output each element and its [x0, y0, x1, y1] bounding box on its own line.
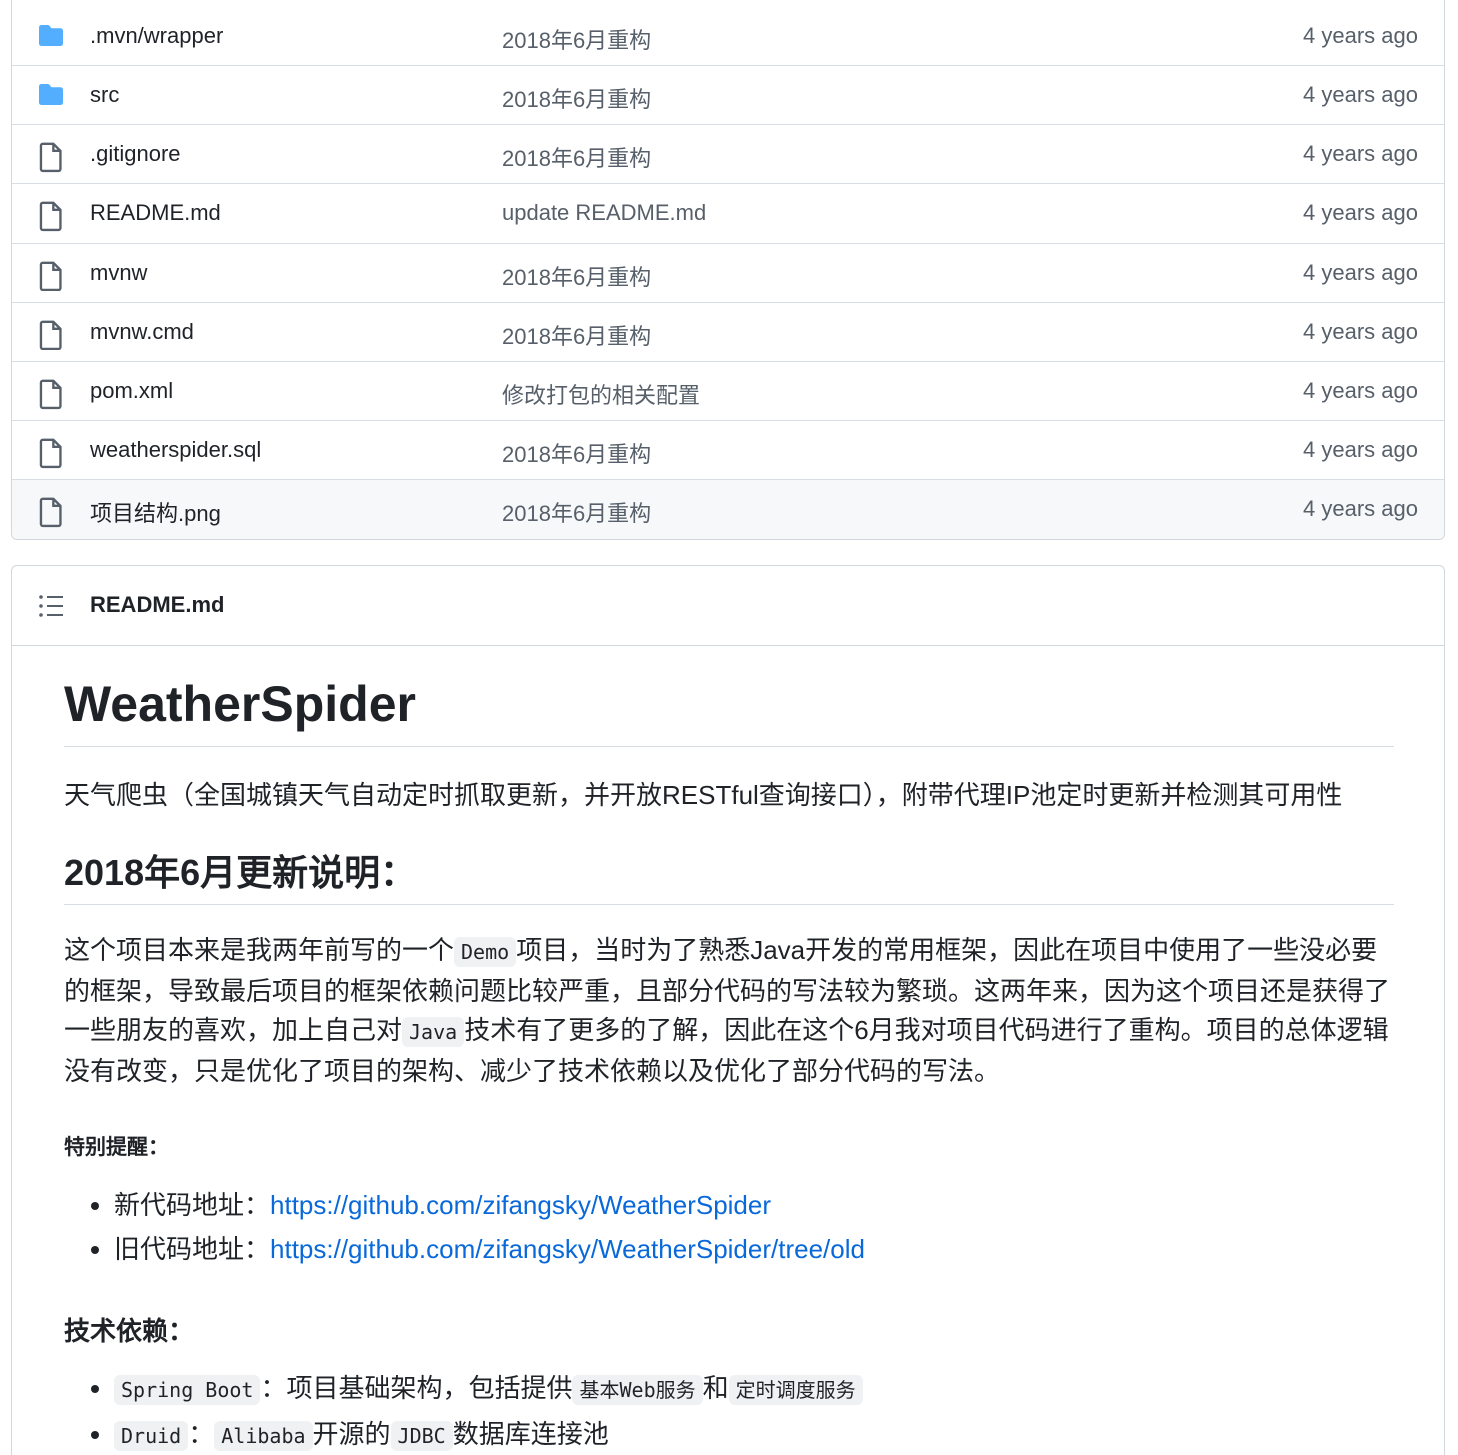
link-list: 新代码地址：https://github.com/zifangsky/Weath…: [64, 1183, 1394, 1271]
folder-icon: [38, 83, 64, 109]
file-row[interactable]: .gitignore 2018年6月重构 4 years ago: [12, 124, 1444, 183]
file-name-link[interactable]: weatherspider.sql: [90, 437, 261, 463]
inline-code: JDBC: [390, 1421, 453, 1452]
commit-age: 4 years ago: [1303, 82, 1418, 107]
sep: ：: [260, 1373, 287, 1404]
list-item: 新代码地址：https://github.com/zifangsky/Weath…: [114, 1183, 1394, 1227]
file-icon: [38, 497, 64, 528]
inline-code: Alibaba: [214, 1421, 313, 1452]
old-code-link[interactable]: https://github.com/zifangsky/WeatherSpid…: [270, 1234, 865, 1264]
file-row[interactable]: src 2018年6月重构 4 years ago: [12, 65, 1444, 124]
file-name-link[interactable]: src: [90, 82, 119, 108]
file-name-link[interactable]: .gitignore: [90, 141, 181, 167]
commit-message-link[interactable]: 2018年6月重构: [502, 82, 651, 114]
file-row[interactable]: README.md update README.md 4 years ago: [12, 183, 1444, 242]
new-code-link[interactable]: https://github.com/zifangsky/WeatherSpid…: [270, 1190, 771, 1220]
file-row[interactable]: mvnw 2018年6月重构 4 years ago: [12, 242, 1444, 302]
dep-text: 项目基础架构，包括提供: [286, 1373, 573, 1404]
file-icon: [38, 320, 64, 350]
file-name-link[interactable]: pom.xml: [90, 378, 173, 404]
file-name-link[interactable]: mvnw: [90, 260, 147, 286]
readme-h1: WeatherSpider: [64, 646, 1394, 747]
commit-message-link[interactable]: 修改打包的相关配置: [502, 378, 700, 410]
commit-age: 4 years ago: [1303, 200, 1418, 226]
file-row[interactable]: pom.xml 修改打包的相关配置 4 years ago: [12, 360, 1444, 420]
file-row[interactable]: 项目结构.png 2018年6月重构 4 years ago: [12, 479, 1444, 539]
commit-age: 4 years ago: [1303, 318, 1418, 344]
commit-message-link[interactable]: 2018年6月重构: [502, 437, 651, 469]
file-icon: [38, 201, 64, 232]
inline-code: Druid: [114, 1421, 189, 1452]
commit-age: 4 years ago: [1303, 23, 1418, 48]
inline-code: 基本Web服务: [572, 1375, 703, 1406]
readme-h2: 2018年6月更新说明：: [64, 851, 1394, 906]
file-icon: [38, 438, 64, 469]
readme-content: WeatherSpider 天气爬虫（全国城镇天气自动定时抓取更新，并开放RES…: [64, 646, 1394, 1455]
readme-header: README.md: [12, 566, 1444, 646]
commit-age: 4 years ago: [1303, 377, 1418, 403]
file-name-link[interactable]: README.md: [90, 200, 221, 226]
list-item: 旧代码地址：https://github.com/zifangsky/Weath…: [114, 1227, 1394, 1271]
commit-message-link[interactable]: 2018年6月重构: [502, 141, 651, 173]
inline-code: Java: [402, 1017, 465, 1048]
commit-message-link[interactable]: update README.md: [502, 200, 706, 226]
commit-message-link[interactable]: 2018年6月重构: [502, 23, 651, 55]
file-icon: [38, 261, 64, 291]
commit-message-link[interactable]: 2018年6月重构: [502, 496, 651, 528]
paragraph-text: 这个项目本来是我两年前写的一个: [64, 935, 455, 966]
readme-panel: README.md WeatherSpider 天气爬虫（全国城镇天气自动定时抓…: [11, 565, 1445, 1455]
file-row[interactable]: .mvn/wrapper 2018年6月重构 4 years ago: [12, 0, 1444, 65]
file-name-link[interactable]: mvnw.cmd: [90, 319, 194, 345]
file-icon: [38, 379, 64, 410]
link-label: 旧代码地址：: [114, 1234, 271, 1265]
sep: ：: [188, 1419, 215, 1450]
dep-text: 数据库连接池: [452, 1419, 609, 1450]
file-row[interactable]: mvnw.cmd 2018年6月重构 4 years ago: [12, 301, 1444, 361]
file-icon: [38, 142, 64, 173]
inline-code: 定时调度服务: [728, 1375, 863, 1406]
file-name-link[interactable]: .mvn/wrapper: [90, 23, 223, 49]
dep-text: 开源的: [312, 1419, 391, 1450]
note-heading: 特别提醒：: [64, 1136, 169, 1160]
dep-text: 和: [702, 1373, 729, 1404]
list-icon[interactable]: [38, 594, 64, 618]
commit-age: 4 years ago: [1303, 437, 1418, 463]
inline-code: Spring Boot: [114, 1375, 261, 1406]
readme-lead: 天气爬虫（全国城镇天气自动定时抓取更新，并开放RESTful查询接口），附带代理…: [64, 779, 1343, 810]
deps-heading: 技术依赖：: [64, 1316, 195, 1347]
link-label: 新代码地址：: [114, 1190, 271, 1221]
file-list: .mvn/wrapper 2018年6月重构 4 years ago src 2018年…: [11, 0, 1445, 540]
inline-code: Demo: [454, 937, 517, 968]
commit-age: 4 years ago: [1303, 141, 1418, 167]
deps-list: Spring Boot：项目基础架构，包括提供基本Web服务和定时调度服务 Dr…: [64, 1366, 1394, 1455]
file-name-link[interactable]: 项目结构.png: [90, 496, 221, 528]
readme-paragraph: 这个项目本来是我两年前写的一个 Demo 项目，当时为了熟悉Java开发的常用框架，…: [64, 931, 1394, 1091]
readme-title: README.md: [90, 592, 225, 617]
commit-message-link[interactable]: 2018年6月重构: [502, 260, 651, 292]
commit-age: 4 years ago: [1303, 259, 1418, 285]
file-row[interactable]: weatherspider.sql 2018年6月重构 4 years ago: [12, 420, 1444, 479]
list-item: Druid：Alibaba开源的JDBC数据库连接池: [114, 1412, 1394, 1455]
commit-age: 4 years ago: [1303, 496, 1418, 522]
list-item: Spring Boot：项目基础架构，包括提供基本Web服务和定时调度服务: [114, 1366, 1394, 1412]
commit-message-link[interactable]: 2018年6月重构: [502, 319, 651, 351]
folder-icon: [38, 24, 64, 50]
